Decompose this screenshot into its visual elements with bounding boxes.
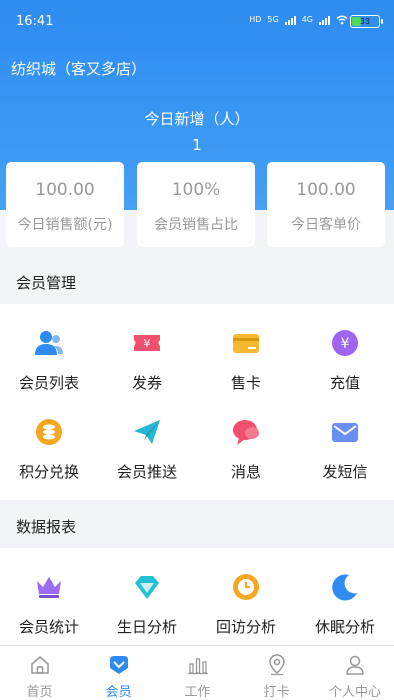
points-icon (36, 419, 62, 445)
section-title-member-management: 会员管理 (16, 274, 77, 292)
grid-item-dormant-analysis[interactable]: Z 休眠分析 (296, 572, 394, 637)
tab-label: 会员 (105, 685, 132, 700)
stat-value: 100% (171, 180, 221, 200)
tab-home[interactable]: 首页 (0, 646, 79, 700)
tab-work[interactable]: 工作 (158, 646, 237, 700)
svg-text:¥: ¥ (144, 337, 151, 350)
battery-icon: 33 (350, 15, 383, 28)
location-icon (268, 654, 285, 676)
grid-item-coupon[interactable]: ¥ 发券 (98, 328, 196, 393)
recharge-icon: ¥ (332, 330, 358, 356)
grid-item-send-sms[interactable]: 发短信 (296, 417, 394, 482)
grid-item-message[interactable]: 消息 (197, 417, 295, 482)
member-management-panel: 会员列表 ¥ 发券 售卡 ¥ 充值 积分兑换 会员推送 消息 发短信 (0, 304, 394, 500)
grid-label: 充值 (329, 374, 360, 392)
grid-item-member-stats[interactable]: 会员统计 (0, 572, 98, 637)
grid-item-visit-analysis[interactable]: 回访分析 (197, 572, 295, 637)
section-title-data-reports: 数据报表 (16, 518, 77, 536)
status-bar: 16:41 HD 5G 4G 33 (0, 0, 394, 44)
tab-label: 工作 (184, 685, 211, 700)
tab-label: 首页 (26, 685, 53, 700)
clock-icon (233, 574, 259, 600)
crown-icon (37, 577, 61, 598)
send-icon (134, 420, 160, 444)
grid-item-recharge[interactable]: ¥ 充值 (296, 328, 394, 393)
4g-label: 4G (301, 15, 313, 24)
tab-bar: 首页 会员 工作 打卡 个人中心 (0, 645, 394, 700)
svg-text:Z: Z (347, 579, 355, 592)
grid-label: 消息 (230, 463, 261, 481)
stat-label: 今日客单价 (291, 217, 361, 233)
grid-item-birthday-analysis[interactable]: 生日分析 (98, 572, 196, 637)
home-icon (30, 656, 49, 674)
hd-icon: HD (249, 15, 262, 24)
grid-label: 发券 (131, 374, 162, 392)
message-icon (233, 420, 259, 445)
stat-label: 会员销售占比 (154, 217, 238, 233)
profile-icon (346, 655, 364, 675)
grid-label: 发短信 (322, 463, 368, 481)
grid-label: 会员推送 (116, 463, 177, 481)
grid-label: 会员列表 (18, 374, 79, 392)
card-icon (233, 334, 259, 353)
grid-label: 生日分析 (116, 618, 177, 636)
status-time: 16:41 (16, 14, 54, 29)
battery-percent: 33 (359, 17, 371, 26)
work-icon (187, 658, 208, 675)
stat-value: 100.00 (35, 180, 95, 200)
grid-item-sell-card[interactable]: 售卡 (197, 328, 295, 393)
grid-item-member-push[interactable]: 会员推送 (98, 417, 196, 482)
today-new-label: 今日新增（人） (144, 110, 250, 128)
sleep-icon: Z (332, 574, 357, 601)
svg-text:¥: ¥ (341, 336, 350, 352)
data-reports-panel: 会员统计 生日分析 回访分析 Z 休眠分析 (0, 548, 394, 645)
stat-card-avg-price[interactable]: 100.00 今日客单价 (267, 162, 385, 247)
grid-label: 休眠分析 (314, 618, 375, 636)
5g-label: 5G (267, 15, 279, 24)
grid-label: 售卡 (230, 374, 261, 392)
stat-card-member-ratio[interactable]: 100% 会员销售占比 (137, 162, 255, 247)
grid-item-member-list[interactable]: 会员列表 (0, 328, 98, 393)
stat-card-sales[interactable]: 100.00 今日销售额(元) (6, 162, 124, 247)
status-icons: HD 5G 4G (249, 15, 348, 25)
member-icon (109, 656, 128, 674)
tab-label: 打卡 (263, 685, 290, 700)
store-name[interactable]: 纺织城（客又多店） (11, 58, 146, 79)
stat-label: 今日销售额(元) (17, 217, 113, 233)
member-list-icon (35, 331, 63, 355)
tab-member[interactable]: 会员 (79, 646, 158, 700)
coupon-icon: ¥ (134, 335, 160, 351)
grid-item-points-exchange[interactable]: 积分兑换 (0, 417, 98, 482)
tab-checkin[interactable]: 打卡 (237, 646, 316, 700)
tab-profile[interactable]: 个人中心 (316, 646, 394, 700)
diamond-icon (135, 576, 159, 599)
grid-label: 积分兑换 (18, 463, 79, 481)
signal-icon (284, 15, 296, 25)
mail-icon (332, 423, 358, 442)
grid-label: 会员统计 (18, 618, 79, 636)
today-new-value: 1 (192, 136, 202, 154)
signal-icon-2 (319, 15, 330, 25)
stat-value: 100.00 (296, 180, 356, 200)
battery-cap (381, 19, 383, 24)
wifi-icon (336, 15, 348, 25)
grid-label: 回访分析 (215, 618, 276, 636)
tab-label: 个人中心 (328, 685, 381, 700)
